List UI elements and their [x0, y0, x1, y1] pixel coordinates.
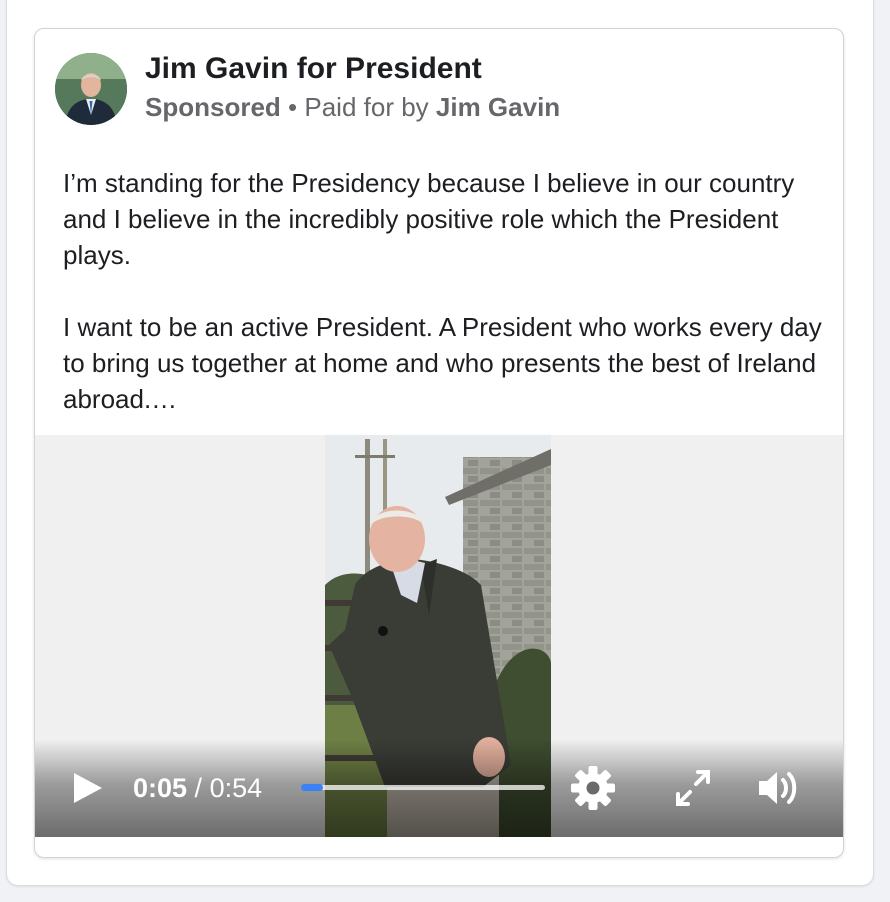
- video-time-readout: 0:05 / 0:54: [133, 771, 262, 805]
- volume-button[interactable]: [753, 765, 801, 811]
- video-duration: 0:54: [209, 773, 263, 803]
- sponsored-meta: Sponsored • Paid for by Jim Gavin: [145, 91, 560, 123]
- sponsored-label[interactable]: Sponsored: [145, 92, 281, 122]
- settings-button[interactable]: [569, 765, 617, 811]
- sponsored-post-card: Jim Gavin for President Sponsored • Paid…: [34, 28, 844, 858]
- header-text: Jim Gavin for President Sponsored • Paid…: [145, 51, 560, 123]
- fullscreen-button[interactable]: [669, 765, 717, 811]
- play-icon: [74, 773, 102, 803]
- fullscreen-icon: [676, 770, 710, 806]
- video-player[interactable]: 0:05 / 0:54: [35, 435, 843, 837]
- video-progress-bar[interactable]: [301, 782, 545, 792]
- post-paragraph[interactable]: I want to be an active President. A Pres…: [63, 309, 823, 417]
- post-body: I’m standing for the Presidency because …: [63, 165, 823, 417]
- avatar-portrait-icon: [55, 53, 127, 125]
- page-avatar[interactable]: [55, 53, 127, 125]
- progress-track: [301, 785, 545, 790]
- gear-icon: [571, 766, 615, 810]
- time-separator: /: [187, 773, 210, 803]
- paid-for-by-prefix: Paid for by: [304, 92, 429, 122]
- page-name-link[interactable]: Jim Gavin for President: [145, 51, 560, 87]
- paid-for-by-name: Jim Gavin: [435, 92, 561, 122]
- post-paragraph: I’m standing for the Presidency because …: [63, 168, 795, 270]
- post-header: Jim Gavin for President Sponsored • Paid…: [55, 51, 815, 125]
- play-button[interactable]: [71, 771, 105, 805]
- video-current-time: 0:05: [133, 773, 188, 803]
- meta-separator: •: [288, 92, 298, 122]
- progress-fill: [301, 784, 323, 791]
- volume-icon: [759, 772, 797, 804]
